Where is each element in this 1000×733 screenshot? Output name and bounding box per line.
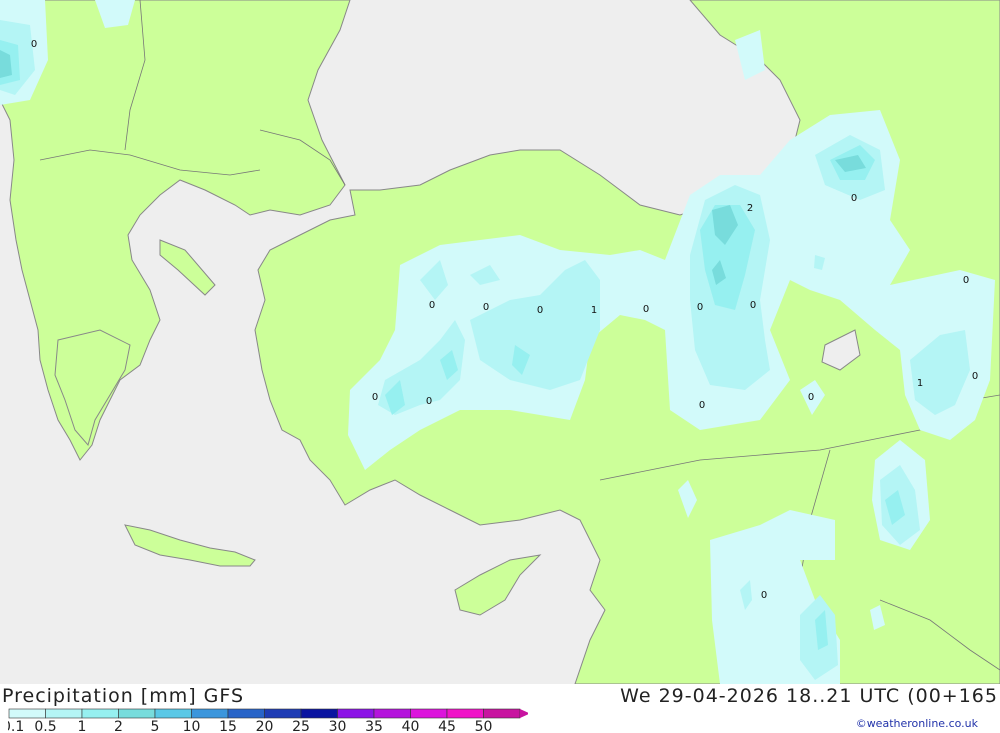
legend-label: 5 xyxy=(151,719,160,733)
map-value-label: 0 xyxy=(537,305,543,316)
legend-label: 40 xyxy=(402,719,420,733)
legend-label: 2 xyxy=(114,719,123,733)
legend-swatch xyxy=(118,708,156,719)
map-value-label: 0 xyxy=(851,193,857,204)
legend-swatch xyxy=(81,708,119,719)
map-value-label: 0 xyxy=(972,371,978,382)
legend-swatch xyxy=(154,708,192,719)
credit-link[interactable]: ©weatheronline.co.uk xyxy=(856,717,978,730)
legend-label: 20 xyxy=(256,719,274,733)
map-value-label: 0 xyxy=(643,304,649,315)
legend-label: 0.5 xyxy=(34,719,56,733)
legend-swatch xyxy=(8,708,46,719)
map-value-label: 1 xyxy=(917,378,923,389)
legend-label: 45 xyxy=(438,719,456,733)
map-value-label: 0 xyxy=(31,39,37,50)
map-value-label: 0 xyxy=(699,400,705,411)
legend-label: 35 xyxy=(365,719,383,733)
map-value-label: 0 xyxy=(483,302,489,313)
legend-label: 1 xyxy=(78,719,87,733)
footer-bar: Precipitation [mm] GFS We 29-04-2026 18.… xyxy=(0,684,1000,733)
map-value-label: 0 xyxy=(429,300,435,311)
legend-label: 50 xyxy=(475,719,493,733)
precipitation-map: 0 2 0 0 0 0 0 1 0 0 0 0 0 0 0 1 0 0 xyxy=(0,0,1000,684)
valid-time: We 29-04-2026 18..21 UTC (00+165 xyxy=(620,685,998,707)
legend-swatch xyxy=(191,708,229,719)
legend-swatch xyxy=(373,708,411,719)
legend-swatch xyxy=(45,708,83,719)
map-value-label: 0 xyxy=(697,302,703,313)
map-value-label: 0 xyxy=(963,275,969,286)
map-value-label: 0 xyxy=(761,590,767,601)
legend-swatch xyxy=(446,708,484,719)
legend-swatch xyxy=(300,708,338,719)
legend-swatch xyxy=(264,708,302,719)
map-value-label: 0 xyxy=(426,396,432,407)
legend-label: 0.1 xyxy=(8,719,24,733)
legend-label: 15 xyxy=(219,719,237,733)
color-legend: 0.10.5125101520253035404550 xyxy=(8,708,528,733)
map-value-label: 2 xyxy=(747,203,753,214)
map-value-label: 1 xyxy=(591,305,597,316)
map-value-label: 0 xyxy=(750,300,756,311)
legend-swatch xyxy=(227,708,265,719)
legend-swatch xyxy=(337,708,375,719)
legend-label: 10 xyxy=(183,719,201,733)
legend-arrow-icon xyxy=(520,709,528,718)
map-value-label: 0 xyxy=(372,392,378,403)
map-value-label: 0 xyxy=(808,392,814,403)
map-title: Precipitation [mm] GFS xyxy=(2,685,245,707)
legend-swatch xyxy=(410,708,448,719)
legend-label: 30 xyxy=(329,719,347,733)
legend-label: 25 xyxy=(292,719,310,733)
legend-swatch xyxy=(483,708,521,719)
